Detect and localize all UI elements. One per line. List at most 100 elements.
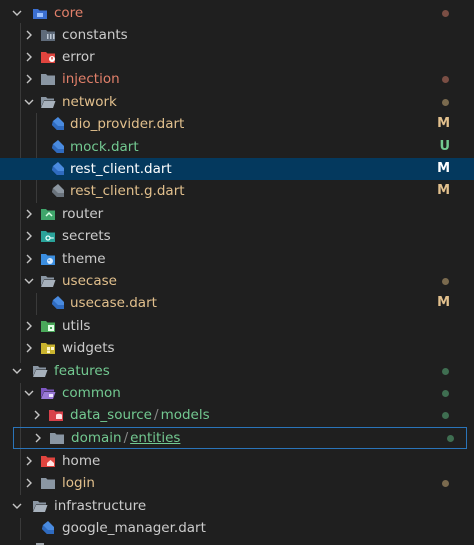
tree-folder-error[interactable]: error	[0, 46, 474, 68]
git-status-dot	[442, 277, 449, 285]
folder-label: injection	[62, 71, 120, 87]
tree-file-rest-client[interactable]: rest_client.dart M	[0, 158, 474, 180]
tree-folder-infrastructure[interactable]: infrastructure	[0, 495, 474, 517]
folder-open-icon	[40, 273, 56, 289]
dart-file-icon	[40, 520, 56, 536]
folder-label: utils	[62, 318, 91, 334]
git-status-dot	[442, 479, 449, 487]
compact-folder-label: data_source / models	[70, 404, 210, 426]
folder-segment[interactable]: entities	[130, 430, 180, 446]
git-status-badge: M	[437, 161, 450, 176]
chevron-right-icon	[22, 319, 36, 333]
dart-file-icon	[50, 161, 66, 177]
folder-label: error	[62, 49, 95, 65]
dart-generated-file-icon	[50, 183, 66, 199]
folder-label: home	[62, 453, 101, 469]
tree-folder-theme[interactable]: theme	[0, 248, 474, 270]
folder-segment[interactable]: data_source	[70, 407, 152, 423]
constants-folder-icon	[40, 27, 56, 43]
tree-folder-features[interactable]: features	[0, 360, 474, 382]
git-status-dot	[447, 434, 454, 442]
chevron-down-icon	[10, 499, 24, 513]
tree-folder-constants[interactable]: constants	[0, 24, 474, 46]
git-status-badge: M	[437, 295, 450, 310]
tree-folder-network[interactable]: network	[0, 91, 474, 113]
git-status-dot	[442, 367, 449, 375]
folder-open-icon	[40, 94, 56, 110]
error-folder-icon	[40, 49, 56, 65]
folder-label: router	[62, 206, 104, 222]
chevron-down-icon	[22, 95, 36, 109]
tree-folder-home[interactable]: home	[0, 450, 474, 472]
tree-folder-utils[interactable]: utils	[0, 315, 474, 337]
git-status-dot	[442, 9, 449, 17]
folder-open-icon	[32, 498, 48, 514]
tree-file-usecase[interactable]: usecase.dart M	[0, 292, 474, 314]
folder-label: network	[62, 94, 117, 110]
file-explorer-tree: core constants error injection network d…	[0, 0, 474, 545]
tree-file-rest-client-g[interactable]: rest_client.g.dart M	[0, 180, 474, 202]
tree-folder-secrets[interactable]: secrets	[0, 225, 474, 247]
folder-label: infrastructure	[54, 498, 147, 514]
file-label: mock.dart	[70, 139, 139, 155]
chevron-right-icon	[22, 454, 36, 468]
router-folder-icon	[40, 206, 56, 222]
chevron-right-icon	[22, 28, 36, 42]
path-separator: /	[154, 407, 159, 423]
folder-label: features	[54, 363, 110, 379]
file-label: usecase.dart	[70, 295, 157, 311]
git-status-badge: M	[437, 116, 450, 131]
home-folder-icon	[40, 453, 56, 469]
folder-icon	[49, 430, 65, 446]
git-status-dot	[442, 389, 449, 397]
folder-label: secrets	[62, 228, 111, 244]
compact-folder-label: domain / entities	[71, 427, 180, 449]
folder-label: common	[62, 385, 121, 401]
utils-folder-icon	[40, 318, 56, 334]
folder-label: core	[54, 5, 84, 21]
tree-folder-data-source-models[interactable]: data_source / models	[0, 404, 474, 426]
chevron-right-icon	[22, 229, 36, 243]
path-separator: /	[123, 430, 129, 446]
tree-folder-core[interactable]: core	[0, 2, 474, 24]
tree-folder-usecase[interactable]: usecase	[0, 270, 474, 292]
dart-file-icon	[50, 139, 66, 155]
folder-icon	[40, 71, 56, 87]
tree-folder-widgets[interactable]: widgets	[0, 337, 474, 359]
tree-file-google-manager[interactable]: google_manager.dart	[0, 517, 474, 539]
chevron-down-icon	[10, 6, 24, 20]
folder-segment[interactable]: domain	[71, 430, 122, 446]
file-label: rest_client.g.dart	[70, 183, 185, 199]
tree-folder-injection[interactable]: injection	[0, 68, 474, 90]
database-folder-icon	[48, 407, 64, 423]
tree-file-mock[interactable]: mock.dart U	[0, 136, 474, 158]
chevron-right-icon	[22, 50, 36, 64]
folder-label: usecase	[62, 273, 117, 289]
folder-open-icon	[32, 363, 48, 379]
chevron-right-icon	[22, 72, 36, 86]
dart-file-icon	[50, 116, 66, 132]
dart-file-icon	[50, 295, 66, 311]
chevron-right-icon	[22, 207, 36, 221]
chevron-down-icon	[10, 364, 24, 378]
theme-folder-icon	[40, 251, 56, 267]
tree-folder-domain-entities[interactable]: domain / entities	[13, 427, 467, 449]
chevron-right-icon	[31, 431, 45, 445]
tree-folder-router[interactable]: router	[0, 203, 474, 225]
folder-icon	[40, 475, 56, 491]
folder-label: widgets	[62, 340, 115, 356]
folder-label: constants	[62, 27, 128, 43]
tree-folder-common[interactable]: common	[0, 382, 474, 404]
common-folder-open-icon	[40, 385, 56, 401]
git-status-badge: U	[439, 139, 450, 154]
file-label: dio_provider.dart	[70, 116, 185, 132]
git-status-badge: M	[437, 183, 450, 198]
folder-segment[interactable]: models	[161, 407, 210, 423]
tree-file-dio-provider[interactable]: dio_provider.dart M	[0, 113, 474, 135]
chevron-down-icon	[22, 274, 36, 288]
key-folder-icon	[40, 228, 56, 244]
chevron-right-icon	[30, 408, 44, 422]
folder-label: login	[62, 475, 95, 491]
tree-folder-login[interactable]: login	[0, 472, 474, 494]
widgets-folder-icon	[40, 340, 56, 356]
